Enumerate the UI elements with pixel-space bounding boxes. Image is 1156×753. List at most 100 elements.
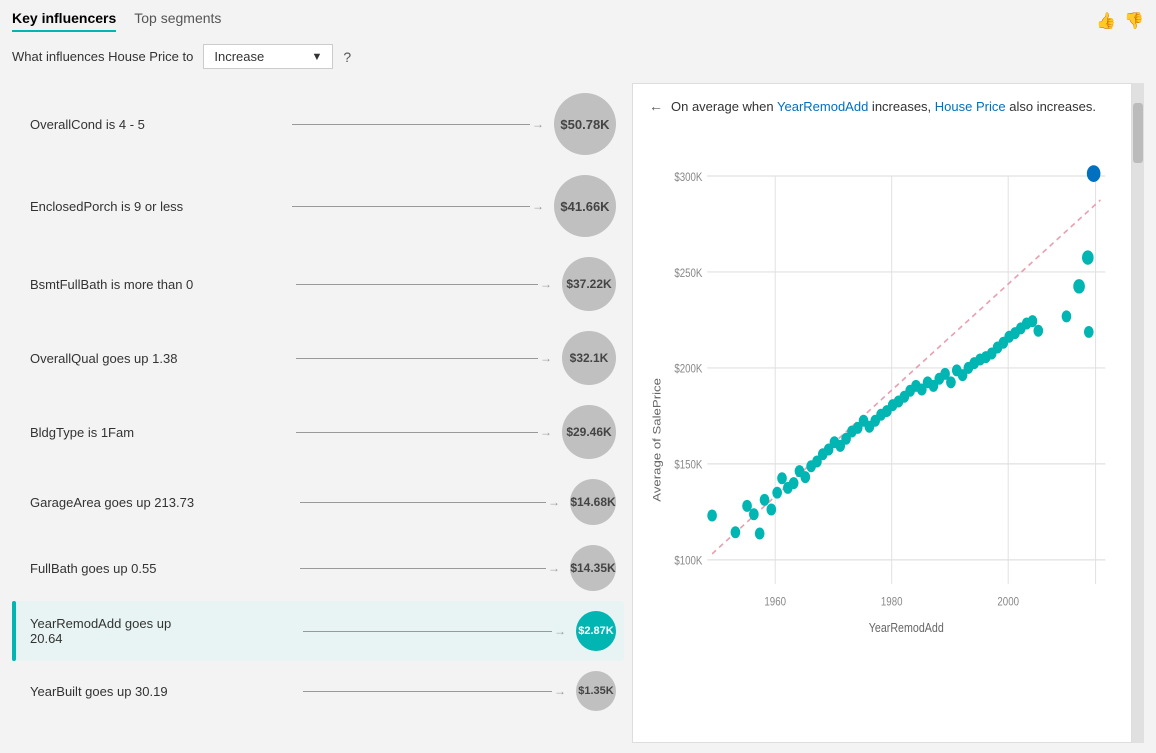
y-tick-2: $250K xyxy=(674,267,703,280)
main-content: OverallCond is 4 - 5 → $50.78KEnclosedPo… xyxy=(12,83,1144,743)
influencer-line: → xyxy=(292,123,544,125)
connector-line xyxy=(303,631,552,632)
back-arrow-icon[interactable]: ← xyxy=(649,98,663,114)
influencer-line: → xyxy=(303,690,566,692)
y-tick-4: $150K xyxy=(674,459,703,472)
value-bubble: $37.22K xyxy=(562,257,616,311)
influencer-line: → xyxy=(300,501,560,503)
x-tick-3: 2000 xyxy=(997,596,1019,609)
influencer-item-2[interactable]: EnclosedPorch is 9 or less → $41.66K xyxy=(12,165,624,247)
data-point xyxy=(1073,279,1085,293)
main-container: Key influencers Top segments 👍 👎 What in… xyxy=(0,0,1156,753)
influencer-line: → xyxy=(296,357,552,359)
influencer-label: OverallCond is 4 - 5 xyxy=(20,117,282,132)
influencer-item-8[interactable]: YearRemodAdd goes up20.64 → $2.87K xyxy=(12,601,624,661)
chart-description: On average when YearRemodAdd increases, … xyxy=(671,98,1115,116)
y-axis-label: Average of SalePrice xyxy=(651,378,663,502)
data-point xyxy=(1033,325,1043,337)
data-point xyxy=(1028,315,1038,327)
influencer-line: → xyxy=(296,283,552,285)
data-point xyxy=(749,508,759,520)
data-point xyxy=(789,477,799,489)
filter-dropdown[interactable]: Increase ▼ xyxy=(203,44,333,69)
connector-line xyxy=(296,432,538,433)
x-tick-2: 1980 xyxy=(881,596,903,609)
data-point xyxy=(946,377,956,389)
influencer-label: OverallQual goes up 1.38 xyxy=(20,351,286,366)
arrow-icon: → xyxy=(540,425,552,439)
influencer-item-7[interactable]: FullBath goes up 0.55 → $14.35K xyxy=(12,535,624,601)
tab-key-influencers[interactable]: Key influencers xyxy=(12,10,116,32)
influencer-line: → xyxy=(292,205,544,207)
influencer-item-1[interactable]: OverallCond is 4 - 5 → $50.78K xyxy=(12,83,624,165)
data-point-outlier xyxy=(1087,165,1101,182)
influencer-line: → xyxy=(303,630,566,632)
arrow-icon: → xyxy=(548,495,560,509)
x-tick-1: 1960 xyxy=(764,596,786,609)
connector-line xyxy=(292,206,530,207)
data-point xyxy=(731,526,741,538)
arrow-icon: → xyxy=(540,277,552,291)
selected-indicator xyxy=(12,601,16,661)
data-point xyxy=(777,472,787,484)
scrollbar-thumb[interactable] xyxy=(1133,103,1143,163)
header-icons: 👍 👎 xyxy=(1096,11,1144,31)
influencers-list: OverallCond is 4 - 5 → $50.78KEnclosedPo… xyxy=(12,83,632,743)
arrow-icon: → xyxy=(548,561,560,575)
scrollbar[interactable] xyxy=(1132,83,1144,743)
tabs: Key influencers Top segments xyxy=(12,10,221,32)
x-axis-label: YearRemodAdd xyxy=(869,620,944,635)
chart-description-row: ← On average when YearRemodAdd increases… xyxy=(649,98,1115,116)
tab-top-segments[interactable]: Top segments xyxy=(134,10,221,32)
arrow-icon: → xyxy=(532,117,544,131)
value-bubble: $1.35K xyxy=(576,671,616,711)
arrow-icon: → xyxy=(554,624,566,638)
arrow-icon: → xyxy=(554,684,566,698)
data-point xyxy=(707,510,717,522)
data-point xyxy=(772,487,782,499)
influencer-label: YearBuilt goes up 30.19 xyxy=(20,684,293,699)
scatter-chart-panel: ← On average when YearRemodAdd increases… xyxy=(632,83,1132,743)
data-point xyxy=(1084,326,1094,338)
data-point xyxy=(766,504,776,516)
y-tick-5: $100K xyxy=(674,555,703,568)
data-point xyxy=(800,471,810,483)
value-bubble: $32.1K xyxy=(562,331,616,385)
value-bubble: $50.78K xyxy=(554,93,616,155)
influencer-line: → xyxy=(296,431,552,433)
connector-line xyxy=(296,284,538,285)
connector-line xyxy=(300,568,546,569)
filter-value: Increase xyxy=(214,49,264,64)
filter-row: What influences House Price to Increase … xyxy=(12,44,1144,69)
thumbs-down-icon[interactable]: 👎 xyxy=(1124,11,1144,31)
data-point xyxy=(760,494,770,506)
help-icon[interactable]: ? xyxy=(343,49,351,65)
connector-line xyxy=(300,502,546,503)
influencer-label: BldgType is 1Fam xyxy=(20,425,286,440)
scatter-svg: Average of SalePrice $300K $250K $2 xyxy=(649,128,1115,728)
thumbs-up-icon[interactable]: 👍 xyxy=(1096,11,1116,31)
influencer-item-4[interactable]: OverallQual goes up 1.38 → $32.1K xyxy=(12,321,624,395)
data-point xyxy=(1082,251,1094,265)
influencer-item-3[interactable]: BsmtFullBath is more than 0 → $37.22K xyxy=(12,247,624,321)
influencer-label: GarageArea goes up 213.73 xyxy=(20,495,290,510)
connector-line xyxy=(296,358,538,359)
value-bubble: $29.46K xyxy=(562,405,616,459)
value-bubble: $41.66K xyxy=(554,175,616,237)
value-bubble: $2.87K xyxy=(576,611,616,651)
influencer-label: FullBath goes up 0.55 xyxy=(20,561,290,576)
value-bubble: $14.68K xyxy=(570,479,616,525)
chart-keyword2: House Price xyxy=(935,99,1006,114)
data-point xyxy=(1062,311,1072,323)
filter-label: What influences House Price to xyxy=(12,49,193,64)
connector-line xyxy=(292,124,530,125)
connector-line xyxy=(303,691,552,692)
header: Key influencers Top segments 👍 👎 xyxy=(12,10,1144,32)
arrow-icon: → xyxy=(532,199,544,213)
chart-area: Average of SalePrice $300K $250K $2 xyxy=(649,128,1115,728)
chart-keyword1: YearRemodAdd xyxy=(777,99,868,114)
influencer-item-5[interactable]: BldgType is 1Fam → $29.46K xyxy=(12,395,624,469)
influencer-item-9[interactable]: YearBuilt goes up 30.19 → $1.35K xyxy=(12,661,624,721)
y-tick-1: $300K xyxy=(674,171,703,184)
influencer-item-6[interactable]: GarageArea goes up 213.73 → $14.68K xyxy=(12,469,624,535)
